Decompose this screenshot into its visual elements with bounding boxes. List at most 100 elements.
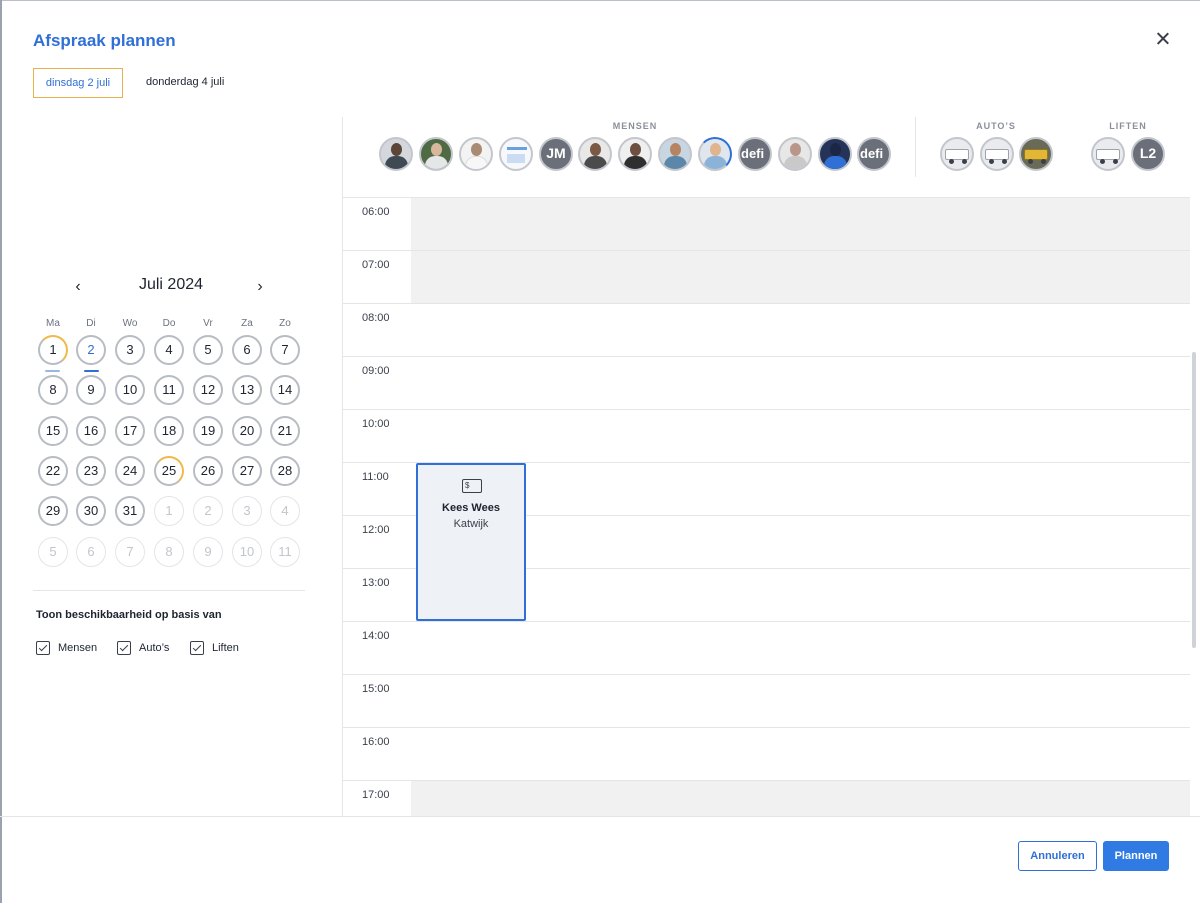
calendar-day-other-month[interactable]: 6 xyxy=(76,537,106,567)
calendar-day[interactable]: 25 xyxy=(154,456,184,486)
avatar-text[interactable]: defi xyxy=(857,137,891,171)
weekday-label: Vr xyxy=(203,318,213,329)
calendar-day-other-month[interactable]: 11 xyxy=(270,537,300,567)
calendar-day-selected[interactable]: 2 xyxy=(76,335,106,365)
checkbox-liften[interactable]: Liften xyxy=(190,640,239,656)
checkbox-checked-icon[interactable] xyxy=(117,641,131,655)
calendar-day[interactable]: 29 xyxy=(38,496,68,526)
time-row[interactable]: 07:00 xyxy=(343,250,1190,304)
time-label: 08:00 xyxy=(362,312,390,324)
availability-title: Toon beschikbaarheid op basis van xyxy=(36,609,222,621)
checkbox-mensen[interactable]: Mensen xyxy=(36,640,97,656)
calendar-day[interactable]: 1 xyxy=(38,335,68,365)
tab-dinsdag[interactable]: dinsdag 2 juli xyxy=(33,68,123,98)
plan-button[interactable]: Plannen xyxy=(1103,841,1169,871)
cancel-button[interactable]: Annuleren xyxy=(1018,841,1097,871)
time-row[interactable]: 06:00 xyxy=(343,197,1190,251)
time-label: 16:00 xyxy=(362,736,390,748)
calendar-day[interactable]: 5 xyxy=(193,335,223,365)
checkbox-label: Liften xyxy=(212,642,239,654)
lift-truck-icon[interactable] xyxy=(1091,137,1125,171)
avatar[interactable] xyxy=(618,137,652,171)
close-icon[interactable] xyxy=(1152,28,1174,50)
avatar[interactable] xyxy=(818,137,852,171)
avatar-document[interactable] xyxy=(499,137,533,171)
time-label: 14:00 xyxy=(362,630,390,642)
calendar-day[interactable]: 4 xyxy=(154,335,184,365)
calendar-day[interactable]: 8 xyxy=(38,375,68,405)
calendar-day[interactable]: 17 xyxy=(115,416,145,446)
calendar-day[interactable]: 15 xyxy=(38,416,68,446)
scrollbar[interactable] xyxy=(1192,352,1196,648)
avatar[interactable] xyxy=(578,137,612,171)
time-row[interactable]: 08:00 xyxy=(343,303,1190,356)
calendar-day[interactable]: 26 xyxy=(193,456,223,486)
avatar[interactable] xyxy=(698,137,732,171)
avatar[interactable] xyxy=(778,137,812,171)
avatar[interactable] xyxy=(419,137,453,171)
calendar-day[interactable]: 22 xyxy=(38,456,68,486)
calendar-day[interactable]: 28 xyxy=(270,456,300,486)
chevron-right-icon[interactable]: › xyxy=(252,278,268,296)
calendar-day[interactable]: 12 xyxy=(193,375,223,405)
calendar-day[interactable]: 6 xyxy=(232,335,262,365)
calendar-day[interactable]: 16 xyxy=(76,416,106,446)
calendar-day[interactable]: 11 xyxy=(154,375,184,405)
time-row[interactable]: 09:00 xyxy=(343,356,1190,409)
calendar-day-other-month[interactable]: 10 xyxy=(232,537,262,567)
calendar-day[interactable]: 9 xyxy=(76,375,106,405)
calendar-day[interactable]: 31 xyxy=(115,496,145,526)
weekday-label: Do xyxy=(162,318,176,329)
time-row[interactable]: 17:00 xyxy=(343,780,1190,816)
chevron-left-icon[interactable]: ‹ xyxy=(70,278,86,296)
avatar[interactable] xyxy=(379,137,413,171)
calendar-day[interactable]: 21 xyxy=(270,416,300,446)
avatar-lift-initials[interactable]: L2 xyxy=(1131,137,1165,171)
avatar[interactable] xyxy=(658,137,692,171)
calendar-day[interactable]: 7 xyxy=(270,335,300,365)
calendar-day-other-month[interactable]: 5 xyxy=(38,537,68,567)
checkbox-checked-icon[interactable] xyxy=(36,641,50,655)
calendar-day[interactable]: 24 xyxy=(115,456,145,486)
tab-donderdag[interactable]: donderdag 4 juli xyxy=(134,68,236,98)
truck-icon[interactable] xyxy=(940,137,974,171)
unavailable-block xyxy=(411,781,1190,816)
checkbox-autos[interactable]: Auto’s xyxy=(117,640,169,656)
calendar-day[interactable]: 10 xyxy=(115,375,145,405)
appointment-block[interactable]: $ Kees Wees Katwijk xyxy=(416,463,526,621)
calendar-day[interactable]: 3 xyxy=(115,335,145,365)
time-label: 10:00 xyxy=(362,418,390,430)
calendar-day-other-month[interactable]: 4 xyxy=(270,496,300,526)
avatar-initials[interactable]: JM xyxy=(539,137,573,171)
checkbox-label: Mensen xyxy=(58,642,98,654)
weekday-label: Di xyxy=(86,318,96,329)
calendar-day-other-month[interactable]: 9 xyxy=(193,537,223,567)
truck-icon[interactable] xyxy=(980,137,1014,171)
time-row[interactable]: 15:00 xyxy=(343,674,1190,727)
calendar-day-other-month[interactable]: 8 xyxy=(154,537,184,567)
time-row[interactable]: 10:00 xyxy=(343,409,1190,462)
month-label: Juli 2024 xyxy=(138,276,204,293)
calendar-day-other-month[interactable]: 2 xyxy=(193,496,223,526)
checkbox-checked-icon[interactable] xyxy=(190,641,204,655)
time-label: 12:00 xyxy=(362,524,390,536)
calendar-day[interactable]: 30 xyxy=(76,496,106,526)
calendar-day[interactable]: 20 xyxy=(232,416,262,446)
calendar-day[interactable]: 18 xyxy=(154,416,184,446)
calendar-day[interactable]: 14 xyxy=(270,375,300,405)
calendar-day-other-month[interactable]: 1 xyxy=(154,496,184,526)
time-row[interactable]: 16:00 xyxy=(343,727,1190,780)
avatar-text[interactable]: defi xyxy=(738,137,772,171)
footer-divider xyxy=(0,816,1200,817)
calendar-day[interactable]: 27 xyxy=(232,456,262,486)
group-label-autos: AUTO’S xyxy=(976,121,1016,131)
calendar-day[interactable]: 19 xyxy=(193,416,223,446)
calendar-day-other-month[interactable]: 7 xyxy=(115,537,145,567)
calendar-day-other-month[interactable]: 3 xyxy=(232,496,262,526)
calendar-day[interactable]: 13 xyxy=(232,375,262,405)
truck-icon[interactable] xyxy=(1019,137,1053,171)
avatar[interactable] xyxy=(459,137,493,171)
time-row[interactable]: 14:00 xyxy=(343,621,1190,674)
calendar-day[interactable]: 23 xyxy=(76,456,106,486)
window-left-edge xyxy=(0,0,2,903)
